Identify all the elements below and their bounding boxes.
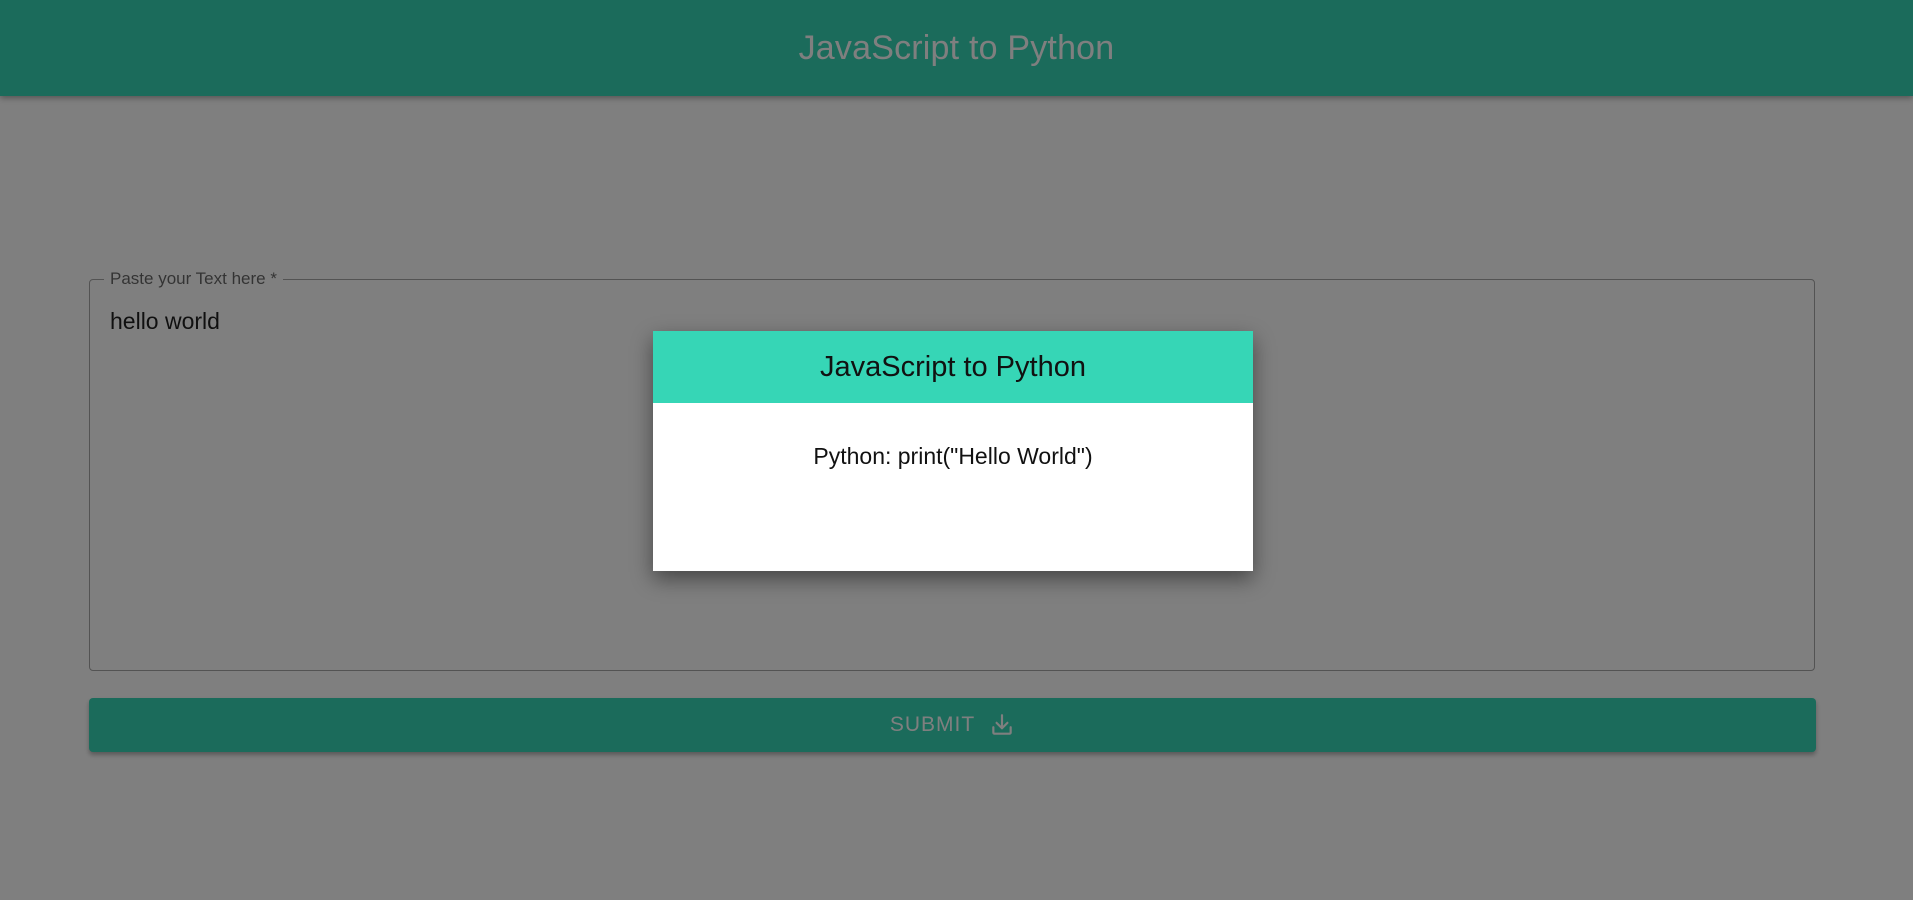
dialog-title: JavaScript to Python	[820, 350, 1086, 383]
dialog-body: Python: print("Hello World")	[653, 403, 1253, 470]
dialog-header: JavaScript to Python	[653, 331, 1253, 403]
result-dialog: JavaScript to Python Python: print("Hell…	[653, 331, 1253, 571]
dialog-result-text: Python: print("Hello World")	[813, 443, 1093, 469]
app-root: JavaScript to Python Paste your Text her…	[0, 0, 1913, 900]
